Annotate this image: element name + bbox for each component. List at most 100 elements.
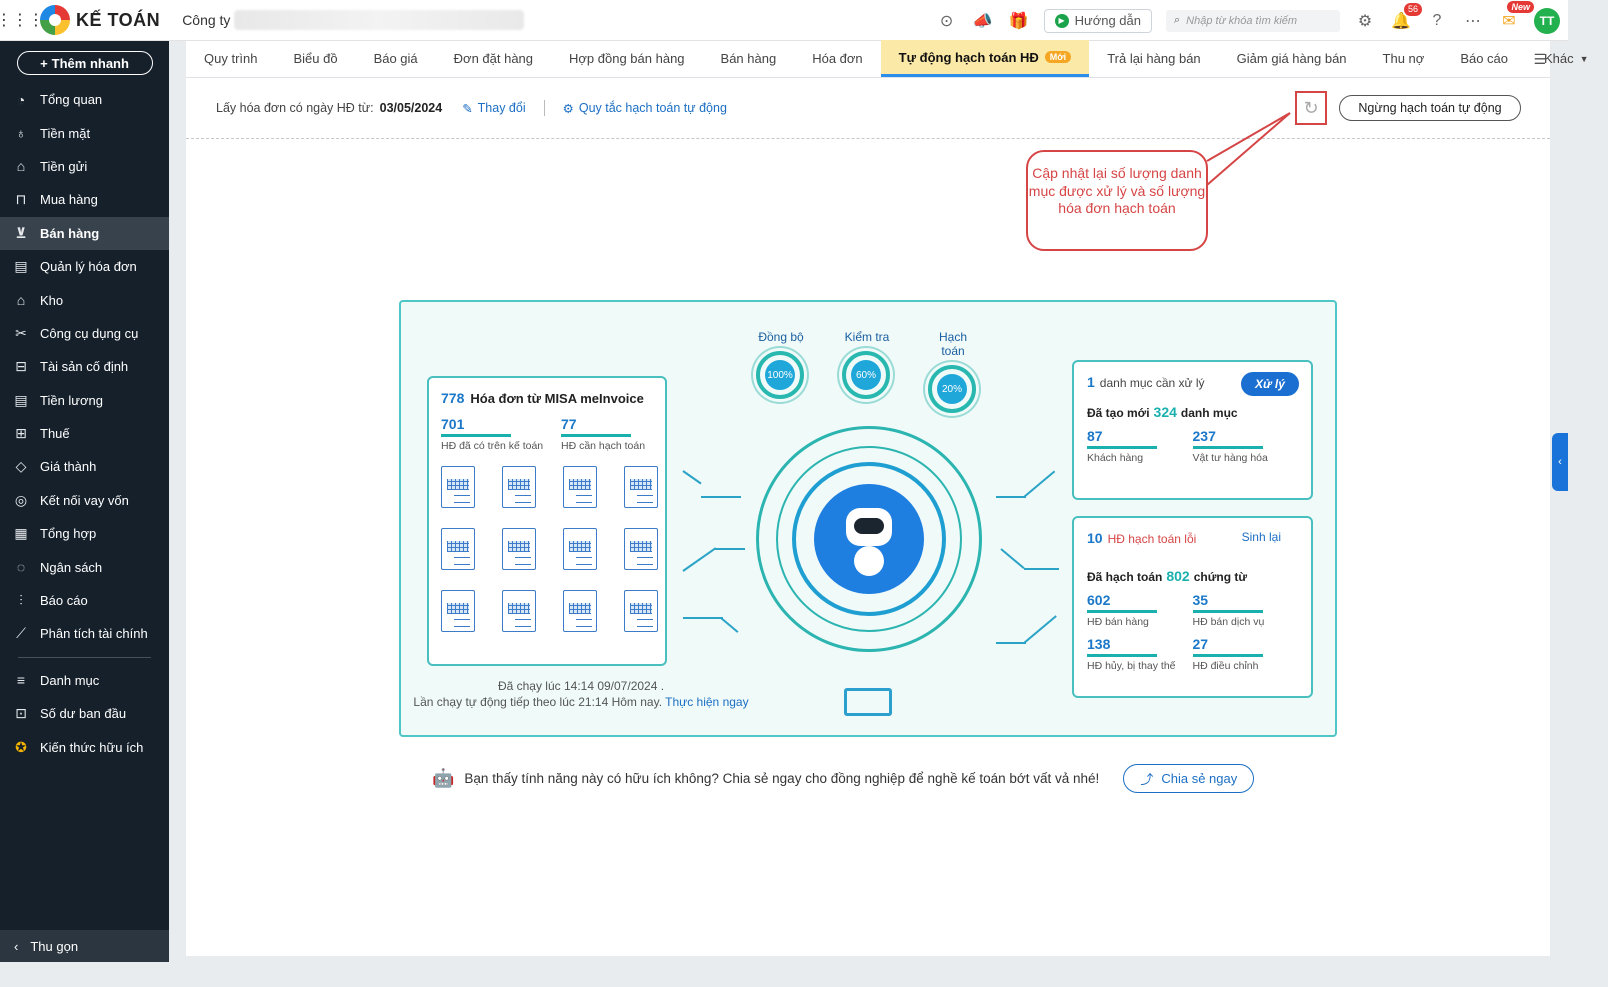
error-count: 10 (1087, 530, 1103, 546)
app-logo[interactable]: KẾ TOÁN (40, 5, 160, 35)
invoice-doc-icon (441, 528, 475, 570)
sidebar-item-balance[interactable]: ⊡ Số dư ban đầu (0, 697, 169, 730)
posted-suffix: chứng từ (1193, 570, 1248, 584)
connector-line (720, 617, 739, 633)
invoice-doc-icon (624, 528, 658, 570)
sidebar-item-price-tag[interactable]: ◇ Giá thành (0, 450, 169, 483)
megaphone-icon[interactable]: 📣 (972, 10, 994, 32)
sidebar-item-label: Tiền lương (40, 392, 103, 408)
tab-label: Khác (1544, 51, 1574, 66)
auto-rules-link[interactable]: ⚙ Quy tắc hạch toán tự động (563, 101, 727, 116)
tab-8[interactable]: Trả lại hàng bán (1089, 40, 1218, 77)
sidebar-item-tax[interactable]: ⊞ Thuế (0, 417, 169, 450)
list-icon: ≡ (16, 672, 26, 689)
sidebar-item-bank[interactable]: ⌂ Tiền gửi (0, 150, 169, 183)
company-name-redacted[interactable] (234, 10, 525, 30)
sidebar-item-budget[interactable]: ◌ Ngân sách (0, 550, 169, 583)
invoice-doc-icon (441, 466, 475, 508)
existing-invoices-label: HĐ đã có trên kế toán (441, 440, 544, 452)
sidebar-item-warehouse[interactable]: ⌂ Kho (0, 283, 169, 316)
stage-2: Hạch toán 20% (928, 330, 978, 413)
notification-bell-icon[interactable]: 🔔 56 (1390, 2, 1422, 32)
sidebar-item-list[interactable]: ≡ Danh mục (0, 664, 169, 697)
tab-2[interactable]: Báo giá (356, 40, 436, 77)
tab-4[interactable]: Hợp đồng bán hàng (551, 40, 703, 77)
stage-label: Đồng bộ (758, 330, 804, 344)
run-now-link[interactable]: Thực hiện ngay (665, 695, 748, 709)
whats-new-icon[interactable]: ✉ New (1498, 0, 1534, 32)
user-avatar[interactable]: TT (1534, 7, 1560, 34)
tab-5[interactable]: Bán hàng (703, 40, 795, 77)
sidebar-item-loan[interactable]: ◎ Kết nối vay vốn (0, 484, 169, 517)
guide-button[interactable]: ▶ Hướng dẫn (1043, 8, 1152, 33)
tab-3[interactable]: Đơn đặt hàng (436, 40, 551, 77)
sales-invoices-value: 602 (1087, 592, 1111, 608)
share-now-label: Chia sẻ ngay (1161, 771, 1238, 786)
sidebar-item-analytics[interactable]: ⟋ Phân tích tài chính (0, 617, 169, 650)
main-content: Quy trình Biểu đồ Báo giá Đơn đặt hàng Hợp đ… (186, 40, 1589, 956)
sidebar-item-label: Ngân sách (40, 559, 103, 575)
stage-indicators: Đồng bộ 100% Kiểm tra 60% Hạch toán 20% (756, 330, 978, 413)
company-label[interactable]: Công ty (182, 12, 230, 28)
tab-11[interactable]: Báo cáo (1442, 40, 1526, 77)
sidebar-item-payroll[interactable]: ▤ Tiền lương (0, 384, 169, 417)
collapse-sidebar-button[interactable]: ‹ Thu gọn (0, 930, 169, 962)
sidebar-item-car[interactable]: ⊟ Tài sản cố định (0, 350, 169, 383)
sidebar-item-label: Quản lý hóa đơn (40, 259, 137, 275)
tab-settings-icon[interactable]: ☰ (1533, 51, 1546, 68)
tab-0[interactable]: Quy trình (186, 40, 275, 77)
robot-hub (756, 426, 982, 652)
sales-invoices-label: HĐ bán hàng (1087, 616, 1149, 628)
loan-icon: ◎ (14, 491, 28, 508)
robot-body (854, 546, 884, 576)
search-placeholder: Nhập từ khóa tìm kiếm (1186, 14, 1298, 27)
quick-add-button[interactable]: + Thêm nhanh (16, 51, 153, 75)
share-now-button[interactable]: ⤴ Chia sẻ ngay (1123, 764, 1255, 793)
sidebar-item-report[interactable]: ⫶ Báo cáo (0, 584, 169, 617)
chat-icon[interactable]: ⋯ (1462, 10, 1484, 32)
payroll-icon: ▤ (14, 391, 28, 408)
new-feature-badge: Mới (1044, 51, 1072, 63)
top-bar: ⋮⋮⋮ KẾ TOÁN Công ty ⊙ 📣 🎁 ▶ Hướng dẫn ⌕ … (0, 0, 1568, 41)
sidebar-item-cart[interactable]: ⊻ Bán hàng (0, 216, 169, 250)
sidebar-item-label: Tổng quan (40, 92, 103, 108)
bar (1087, 610, 1157, 613)
change-date-link[interactable]: ✎ Thay đổi (462, 101, 525, 116)
process-button[interactable]: Xử lý (1241, 372, 1299, 396)
regenerate-link[interactable]: Sinh lại (1242, 530, 1281, 544)
sidebar-item-label: Tiền mặt (40, 125, 91, 141)
search-input[interactable]: ⌕ Nhập từ khóa tìm kiếm (1166, 9, 1340, 32)
download-icon[interactable]: ⊙ (936, 10, 958, 32)
tab-6[interactable]: Hóa đơn (794, 40, 880, 77)
sidebar-item-cash[interactable]: ♁ Tiền mặt (0, 116, 169, 149)
help-icon[interactable]: ? (1426, 10, 1448, 32)
apps-grid-icon[interactable]: ⋮⋮⋮ (0, 0, 44, 41)
sidebar-item-bag[interactable]: ⊓ Mua hàng (0, 183, 169, 216)
new-badge: New (1507, 0, 1534, 13)
tab-9[interactable]: Giảm giá hàng bán (1219, 40, 1365, 77)
cash-icon: ♁ (15, 125, 27, 142)
gift-icon[interactable]: 🎁 (1008, 10, 1030, 32)
sidebar-item-dashboard[interactable]: ◔ Tổng quan (0, 83, 169, 116)
tab-label: Giảm giá hàng bán (1236, 51, 1347, 66)
sidebar-item-invoice[interactable]: ▤ Quản lý hóa đơn (0, 250, 169, 283)
tab-10[interactable]: Thu nợ (1365, 40, 1443, 77)
stage-0: Đồng bộ 100% (756, 330, 806, 413)
created-value: 324 (1153, 404, 1177, 420)
sidebar-item-label: Báo cáo (40, 593, 88, 609)
stop-auto-posting-button[interactable]: Ngừng hạch toán tự động (1339, 95, 1521, 121)
cancelled-invoices-label: HĐ hủy, bị thay thế (1087, 660, 1176, 672)
sidebar-item-summary[interactable]: ▦ Tổng hợp (0, 517, 169, 550)
side-panel-toggle[interactable]: ‹ (1552, 433, 1568, 491)
invoice-doc-grid (441, 466, 658, 632)
sidebar-item-tools[interactable]: ✂ Công cụ dụng cụ (0, 317, 169, 350)
sidebar-item-knowledge[interactable]: ✪ Kiến thức hữu ích (0, 730, 169, 763)
goods-value: 237 (1192, 428, 1216, 444)
stage-progress-ring: 60% (842, 351, 890, 399)
tab-1[interactable]: Biểu đồ (275, 40, 355, 77)
pending-invoices-label: HĐ cần hạch toán (561, 440, 646, 452)
tab-7[interactable]: Tự động hạch toán HĐ Mới (880, 40, 1090, 77)
settings-gear-icon[interactable]: ⚙ (1354, 10, 1376, 32)
date-filter-prefix: Lấy hóa đơn có ngày HĐ từ: (216, 101, 374, 115)
connector-line (996, 642, 1026, 644)
